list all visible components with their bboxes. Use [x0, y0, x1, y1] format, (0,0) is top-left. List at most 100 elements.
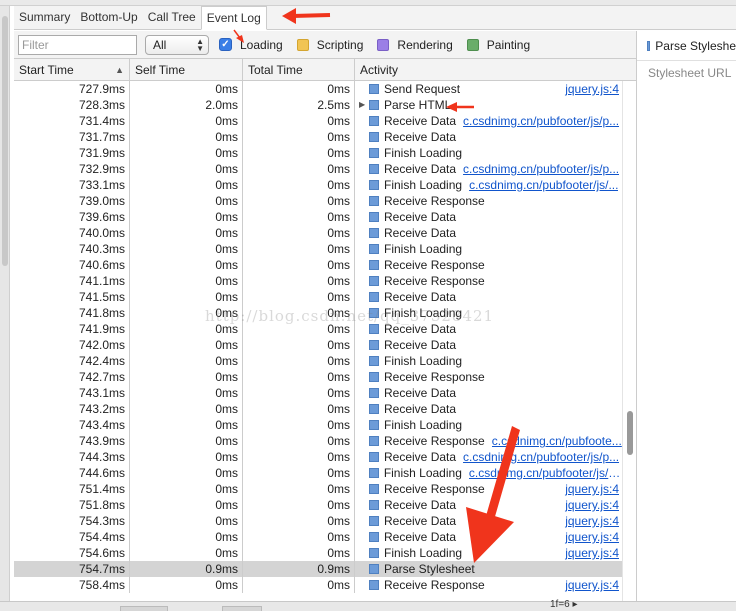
table-row[interactable]: 743.1ms 0ms 0ms Receive Data	[14, 385, 622, 401]
table-row[interactable]: 728.3ms 2.0ms 2.5ms ▶ Parse HTML	[14, 97, 622, 113]
source-link[interactable]: jquery.js:4	[565, 545, 619, 561]
table-row[interactable]: 731.4ms 0ms 0ms Receive Data c.csdnimg.cn/pu…	[14, 113, 622, 129]
table-row[interactable]: 732.9ms 0ms 0ms Receive Data c.csdnimg.cn/pu…	[14, 161, 622, 177]
table-row[interactable]: 743.9ms 0ms 0ms Receive Response c.csdnimg.c…	[14, 433, 622, 449]
category-painting[interactable]: Painting	[466, 38, 536, 52]
event-color-icon	[369, 84, 379, 94]
event-color-icon	[369, 100, 379, 110]
table-row[interactable]: 754.6ms 0ms 0ms Finish Loading jquery.js:4	[14, 545, 622, 561]
table-row[interactable]: 742.4ms 0ms 0ms Finish Loading	[14, 353, 622, 369]
table-row[interactable]: 754.4ms 0ms 0ms Receive Data jquery.js:4	[14, 529, 622, 545]
table-scrollbar-thumb[interactable]	[627, 411, 633, 455]
column-total-time[interactable]: Total Time	[243, 59, 355, 81]
filter-input[interactable]	[18, 34, 137, 55]
resource-link[interactable]: c.csdnimg.cn/pubfooter/js/p...	[463, 113, 619, 129]
table-row[interactable]: 740.0ms 0ms 0ms Receive Data	[14, 225, 622, 241]
left-scrollbar-thumb[interactable]	[2, 16, 8, 266]
table-row[interactable]: 739.0ms 0ms 0ms Receive Response	[14, 193, 622, 209]
total-time-cell: 0ms	[243, 529, 355, 545]
source-link[interactable]: jquery.js:4	[565, 529, 619, 545]
bottom-tab-2[interactable]	[222, 606, 262, 611]
table-scrollbar[interactable]	[622, 81, 636, 601]
total-time-cell: 0ms	[243, 337, 355, 353]
table-row[interactable]: 741.8ms 0ms 0ms Finish Loading	[14, 305, 622, 321]
expand-triangle-icon[interactable]: ▶	[359, 97, 369, 113]
tab-bar: Summary Bottom-Up Call Tree Event Log	[14, 6, 736, 30]
table-row[interactable]: 751.4ms 0ms 0ms Receive Response jquery.js:4	[14, 481, 622, 497]
tab-bottom-up[interactable]: Bottom-Up	[75, 6, 142, 29]
category-loading[interactable]: Loading	[240, 38, 289, 52]
activity-name: Receive Response	[384, 482, 485, 496]
tab-event-log[interactable]: Event Log	[200, 6, 267, 30]
table-row[interactable]: 758.4ms 0ms 0ms Receive Response jquery.js:4	[14, 577, 622, 593]
source-link[interactable]: jquery.js:4	[565, 513, 619, 529]
loading-checkbox[interactable]: ✓	[219, 38, 232, 51]
self-time-cell: 0ms	[130, 209, 243, 225]
table-row[interactable]: 741.1ms 0ms 0ms Receive Response	[14, 273, 622, 289]
activity-cell: Finish Loading c.csdnimg.cn/pubfooter/js/…	[355, 177, 622, 193]
total-time-cell: 0ms	[243, 177, 355, 193]
table-row[interactable]: 741.5ms 0ms 0ms Receive Data	[14, 289, 622, 305]
details-title-bar: Parse Styleshe	[637, 31, 736, 61]
table-row[interactable]: 744.6ms 0ms 0ms Finish Loading c.csdnimg.cn/…	[14, 465, 622, 481]
total-time-cell: 0ms	[243, 209, 355, 225]
self-time-cell: 0ms	[130, 145, 243, 161]
table-row[interactable]: 740.6ms 0ms 0ms Receive Response	[14, 257, 622, 273]
source-link[interactable]: jquery.js:4	[565, 577, 619, 593]
event-color-icon	[369, 436, 379, 446]
column-self-time[interactable]: Self Time	[130, 59, 243, 81]
table-row[interactable]: 744.3ms 0ms 0ms Receive Data c.csdnimg.cn/pu…	[14, 449, 622, 465]
start-time-cell: 731.4ms	[14, 113, 130, 129]
self-time-cell: 0ms	[130, 177, 243, 193]
table-row[interactable]: 754.3ms 0ms 0ms Receive Data jquery.js:4	[14, 513, 622, 529]
resource-link[interactable]: c.csdnimg.cn/pubfoote...	[492, 433, 622, 449]
left-scrollbar[interactable]	[0, 6, 10, 606]
resource-link[interactable]: c.csdnimg.cn/pubfooter/js/p...	[463, 449, 619, 465]
tab-summary[interactable]: Summary	[14, 6, 75, 29]
table-row[interactable]: 754.7ms 0.9ms 0.9ms Parse Stylesheet	[14, 561, 622, 577]
activity-name: Finish Loading	[384, 306, 463, 320]
table-row[interactable]: 727.9ms 0ms 0ms Send Request jquery.js:4	[14, 81, 622, 97]
table-row[interactable]: 739.6ms 0ms 0ms Receive Data	[14, 209, 622, 225]
resource-link[interactable]: c.csdnimg.cn/pubfooter/js/p...	[469, 465, 622, 481]
bottom-tab-1[interactable]	[120, 606, 168, 611]
total-time-cell: 0ms	[243, 289, 355, 305]
column-start-time[interactable]: Start Time ▲	[14, 59, 130, 81]
column-activity[interactable]: Activity	[355, 59, 636, 81]
table-row[interactable]: 740.3ms 0ms 0ms Finish Loading	[14, 241, 622, 257]
activity-name: Finish Loading	[384, 418, 463, 432]
source-link[interactable]: jquery.js:4	[565, 81, 619, 97]
total-time-cell: 0ms	[243, 241, 355, 257]
event-color-icon	[369, 180, 379, 190]
start-time-cell: 740.6ms	[14, 257, 130, 273]
table-row[interactable]: 751.8ms 0ms 0ms Receive Data jquery.js:4	[14, 497, 622, 513]
self-time-cell: 0ms	[130, 465, 243, 481]
event-color-icon	[369, 276, 379, 286]
table-row[interactable]: 742.0ms 0ms 0ms Receive Data	[14, 337, 622, 353]
resource-link[interactable]: c.csdnimg.cn/pubfooter/js/...	[469, 177, 618, 193]
source-link[interactable]: jquery.js:4	[565, 481, 619, 497]
details-panel: Parse Styleshe Stylesheet URL	[637, 31, 736, 601]
category-scripting[interactable]: Scripting	[296, 38, 370, 52]
table-row[interactable]: 731.7ms 0ms 0ms Receive Data	[14, 129, 622, 145]
table-row[interactable]: 733.1ms 0ms 0ms Finish Loading c.csdnimg.cn/…	[14, 177, 622, 193]
tab-call-tree[interactable]: Call Tree	[143, 6, 201, 29]
activity-name: Receive Data	[384, 498, 457, 512]
resource-link[interactable]: c.csdnimg.cn/pubfooter/js/p...	[463, 161, 619, 177]
table-row[interactable]: 742.7ms 0ms 0ms Receive Response	[14, 369, 622, 385]
event-color-icon	[369, 548, 379, 558]
source-link[interactable]: jquery.js:4	[565, 497, 619, 513]
total-time-cell: 0ms	[243, 465, 355, 481]
activity-name: Receive Data	[384, 130, 457, 144]
activity-name: Receive Data	[384, 114, 457, 128]
category-rendering[interactable]: Rendering	[377, 38, 458, 52]
activity-cell: Send Request jquery.js:4	[355, 81, 622, 97]
duration-select[interactable]: All ▲ ▼	[145, 34, 209, 55]
start-time-cell: 740.0ms	[14, 225, 130, 241]
table-row[interactable]: 743.4ms 0ms 0ms Finish Loading	[14, 417, 622, 433]
table-row[interactable]: 731.9ms 0ms 0ms Finish Loading	[14, 145, 622, 161]
table-row[interactable]: 741.9ms 0ms 0ms Receive Data	[14, 321, 622, 337]
start-time-cell: 754.7ms	[14, 561, 130, 577]
table-row[interactable]: 743.2ms 0ms 0ms Receive Data	[14, 401, 622, 417]
activity-name: Receive Data	[384, 514, 457, 528]
